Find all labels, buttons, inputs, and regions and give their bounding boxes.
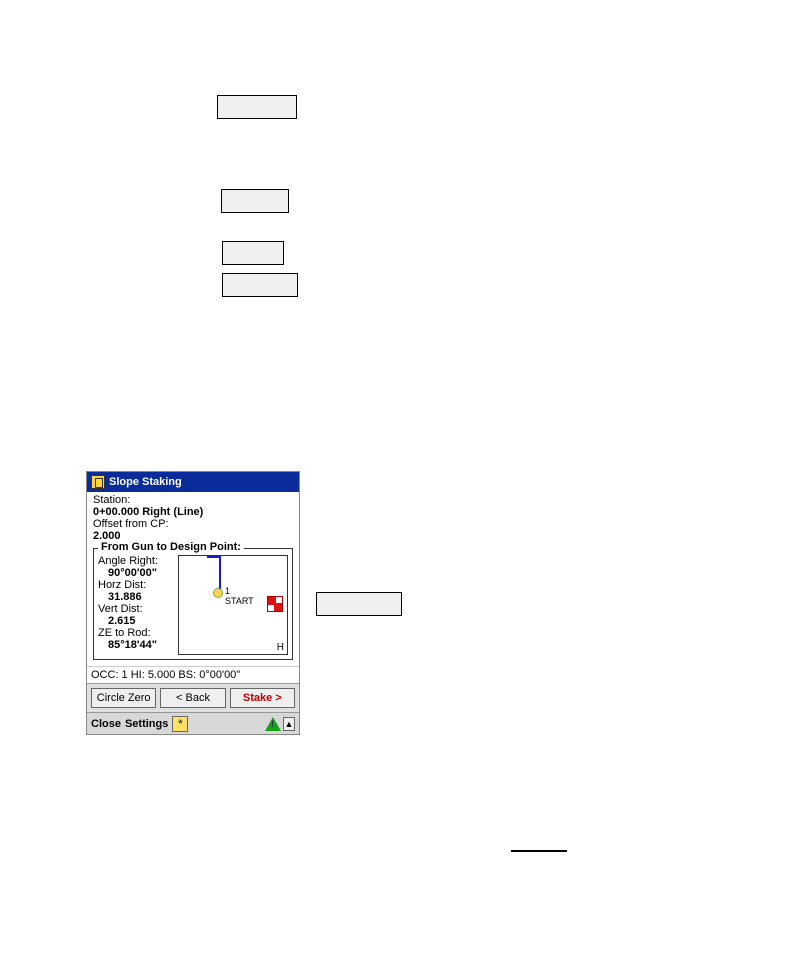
empty-button-5[interactable]	[316, 592, 402, 616]
ze-rod-value: 85°18'44"	[98, 639, 174, 651]
map-marker-label: 1 START	[225, 586, 254, 606]
group-title: From Gun to Design Point:	[98, 541, 244, 553]
star-button[interactable]: *	[172, 716, 188, 732]
content-underline	[511, 850, 567, 852]
horz-dist-value: 31.886	[98, 591, 174, 603]
circle-zero-button[interactable]: Circle Zero	[91, 688, 156, 708]
bottom-bar: Close Settings * ▲	[87, 712, 299, 734]
vert-dist-label: Vert Dist:	[98, 603, 174, 615]
window-titlebar: Slope Staking	[87, 472, 299, 492]
button-row: Circle Zero < Back Stake >	[87, 683, 299, 712]
warning-icon[interactable]	[265, 717, 281, 731]
map-view[interactable]: 1 START H	[178, 555, 288, 655]
stake-button[interactable]: Stake >	[230, 688, 295, 708]
window-title: Slope Staking	[109, 476, 182, 488]
station-value: 0+00.000 Right (Line)	[93, 506, 293, 518]
map-target-icon	[267, 596, 283, 612]
map-line-vertical	[219, 556, 221, 592]
settings-link[interactable]: Settings	[125, 718, 168, 730]
vert-dist-value: 2.615	[98, 615, 174, 627]
empty-button-3[interactable]	[222, 241, 284, 265]
back-button[interactable]: < Back	[160, 688, 225, 708]
horz-dist-label: Horz Dist:	[98, 579, 174, 591]
empty-button-4[interactable]	[222, 273, 298, 297]
station-label: Station:	[93, 494, 293, 506]
offset-label: Offset from CP:	[93, 518, 293, 530]
app-icon	[91, 475, 105, 489]
ze-rod-label: ZE to Rod:	[98, 627, 174, 639]
slope-staking-window: Slope Staking Station: 0+00.000 Right (L…	[86, 471, 300, 735]
map-h-label: H	[277, 642, 284, 653]
angle-right-label: Angle Right:	[98, 555, 174, 567]
up-arrow-button[interactable]: ▲	[283, 717, 295, 731]
empty-button-1[interactable]	[217, 95, 297, 119]
angle-right-value: 90°00'00"	[98, 567, 174, 579]
empty-button-2[interactable]	[221, 189, 289, 213]
map-marker-icon	[213, 588, 223, 598]
close-link[interactable]: Close	[91, 718, 121, 730]
from-gun-group: From Gun to Design Point: Angle Right: 9…	[93, 548, 293, 660]
status-line: OCC: 1 HI: 5.000 BS: 0°00'00"	[87, 666, 299, 683]
readouts: Angle Right: 90°00'00" Horz Dist: 31.886…	[98, 555, 174, 651]
